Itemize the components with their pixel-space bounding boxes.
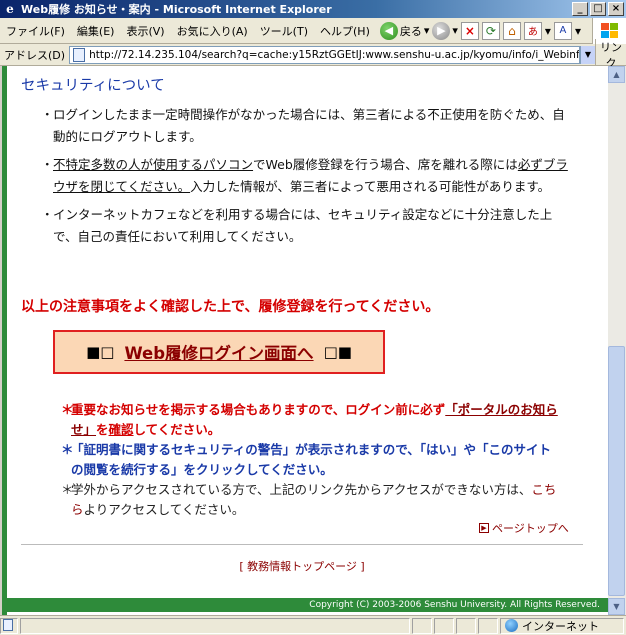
status-zone-label: インターネット — [522, 619, 599, 633]
minimize-button[interactable]: _ — [572, 2, 588, 16]
scroll-up-icon[interactable]: ▲ — [608, 66, 625, 83]
security-bullet-1: ログインしたまま一定時間操作がなかった場合には、第三者による不正使用を防ぐため、… — [41, 104, 573, 148]
address-label: アドレス(D) — [4, 48, 66, 62]
page-icon — [73, 47, 86, 62]
page-top-label: ページトップへ — [492, 522, 569, 535]
note-mark: ＊ — [61, 482, 74, 497]
status-cell-5 — [478, 617, 498, 634]
back-button[interactable]: ◀ 戻る ▾ — [379, 21, 430, 40]
page-content: セキュリティについて ログインしたまま一定時間操作がなかった場合には、第三者によ… — [2, 66, 608, 615]
note-mark: ＊ — [61, 442, 74, 457]
status-text-cell — [20, 617, 410, 634]
maximize-button[interactable]: □ — [590, 2, 606, 16]
text-size-icon[interactable]: A — [553, 21, 572, 40]
translate-dropdown-icon[interactable]: ▾ — [545, 24, 551, 38]
internet-globe-icon — [505, 619, 518, 632]
bullet-2-part-c: パソコン — [203, 157, 254, 172]
note-portal-text-d: してください。 — [133, 422, 221, 437]
windows-flag-icon — [600, 23, 618, 38]
divider — [21, 544, 583, 545]
security-bullet-3: インターネットカフェなどを利用する場合には、セキュリティ設定などに十分注意した上… — [41, 204, 573, 248]
text-size-dropdown-icon[interactable]: ▾ — [575, 24, 581, 38]
scroll-down-icon[interactable]: ▼ — [608, 598, 625, 615]
note-offcampus-text-a: 学外からアクセスされている方で、上記のリンク先からアクセスができない方は、 — [71, 482, 532, 497]
status-zone-cell: インターネット — [500, 617, 624, 634]
address-url: http://72.14.235.104/search?q=cache:y15R… — [89, 48, 580, 61]
status-bar: インターネット — [0, 615, 626, 635]
page-top-arrow-icon: ▶ — [479, 523, 489, 533]
security-heading: セキュリティについて — [21, 78, 165, 94]
menu-bar: ファイル(F) 編集(E) 表示(V) お気に入り(A) ツール(T) ヘルプ(… — [0, 18, 626, 44]
page-top-link[interactable]: ▶ ページトップへ — [479, 520, 569, 536]
status-cell-3 — [434, 617, 454, 634]
status-cell-4 — [456, 617, 476, 634]
menu-view[interactable]: 表示(V) — [120, 23, 170, 39]
menu-tools[interactable]: ツール(T) — [254, 23, 314, 39]
note-portal-text-a: 重要なお知らせを掲示する場合もありますので、ログイン前に必ず — [71, 402, 446, 417]
address-bar: アドレス(D) http://72.14.235.104/search?q=ca… — [0, 38, 626, 71]
note-offcampus: ＊ 学外からアクセスされている方で、上記のリンク先からアクセスができない方は、こ… — [61, 480, 561, 520]
address-input[interactable]: http://72.14.235.104/search?q=cache:y15R… — [69, 45, 580, 64]
address-dropdown-icon[interactable]: ▼ — [580, 45, 595, 64]
web-login-link[interactable]: Web履修ログイン画面へ — [124, 340, 313, 364]
menu-file[interactable]: ファイル(F) — [0, 23, 71, 39]
vertical-scrollbar[interactable]: ▲ ▼ — [608, 66, 626, 615]
status-page-icon — [3, 618, 13, 631]
note-offcampus-text-b: よりアクセスしてください。 — [83, 502, 245, 517]
academic-info-top-link[interactable]: [ 教務情報トップページ ] — [7, 558, 597, 574]
back-label: 戻る — [399, 24, 422, 38]
ie-logo-icon: e — [6, 2, 14, 16]
translate-icon[interactable]: あ — [523, 21, 542, 40]
refresh-icon[interactable]: ⟳ — [481, 21, 500, 40]
note-portal-text-b: を — [96, 422, 109, 437]
close-button[interactable]: × — [608, 2, 624, 16]
note-certificate: ＊ 「証明書に関するセキュリティの警告」が表示されますので、「はい」や「このサイ… — [61, 440, 561, 480]
login-right-symbols: □■ — [323, 343, 352, 361]
status-page-icon-cell — [0, 617, 18, 634]
back-arrow-icon: ◀ — [379, 21, 398, 40]
bullet-3-text: インターネットカフェなどを利用する場合には、セキュリティ設定などに十分注意した上… — [53, 207, 553, 244]
bullet-2-part-b: 使用する — [153, 157, 204, 172]
note-portal-text-c: 確認 — [108, 422, 134, 437]
menu-edit[interactable]: 編集(E) — [71, 23, 121, 39]
toolbar: ◀ 戻る ▾ ▶ ▾ × ⟳ ⌂ あ ▾ A ▾ — [379, 21, 581, 40]
forward-arrow-icon: ▶ — [432, 21, 451, 40]
window-controls: _ □ × — [572, 2, 624, 16]
note-portal: ＊ 重要なお知らせを掲示する場合もありますので、ログイン前に必ず「ポータルのお知… — [61, 400, 561, 440]
scroll-thumb[interactable] — [608, 346, 625, 596]
forward-dropdown-icon: ▾ — [452, 24, 458, 37]
forward-button[interactable]: ▶ ▾ — [432, 21, 458, 40]
window-title: Web履修 お知らせ・案内 - Microsoft Internet Explo… — [21, 3, 332, 16]
security-bullet-2: 不特定多数の人が使用するパソコンでWeb履修登録を行う場合、席を離れる際には必ず… — [41, 154, 573, 198]
copyright-bar: Copyright (C) 2003-2006 Senshu Universit… — [7, 598, 608, 612]
menu-help[interactable]: ヘルプ(H) — [314, 23, 376, 39]
bullet-2-part-a: 不特定多数の人が — [53, 157, 154, 172]
bullet-2-part-f: 入力した情報が、第三者によって悪用される可能性があります。 — [190, 179, 551, 194]
menu-favorites[interactable]: お気に入り(A) — [171, 23, 254, 39]
stop-icon[interactable]: × — [460, 21, 479, 40]
home-icon[interactable]: ⌂ — [502, 21, 521, 40]
back-dropdown-icon: ▾ — [423, 24, 430, 37]
note-certificate-text: 「証明書に関するセキュリティの警告」が表示されますので、「はい」や「このサイトの… — [71, 442, 552, 477]
note-mark: ＊ — [61, 402, 74, 417]
bullet-1-text: ログインしたまま一定時間操作がなかった場合には、第三者による不正使用を防ぐため、… — [53, 107, 565, 144]
login-banner: ■□ Web履修ログイン画面へ □■ — [53, 330, 385, 374]
confirm-notice: 以上の注意事項をよく確認した上で、履修登録を行ってください。 — [21, 299, 440, 315]
title-bar: e Web履修 お知らせ・案内 - Microsoft Internet Exp… — [0, 0, 626, 18]
bullet-2-part-d: でWeb履修登録を行う場合、席を離れる際には — [253, 157, 518, 172]
login-left-symbols: ■□ — [86, 343, 115, 361]
status-cell-2 — [412, 617, 432, 634]
